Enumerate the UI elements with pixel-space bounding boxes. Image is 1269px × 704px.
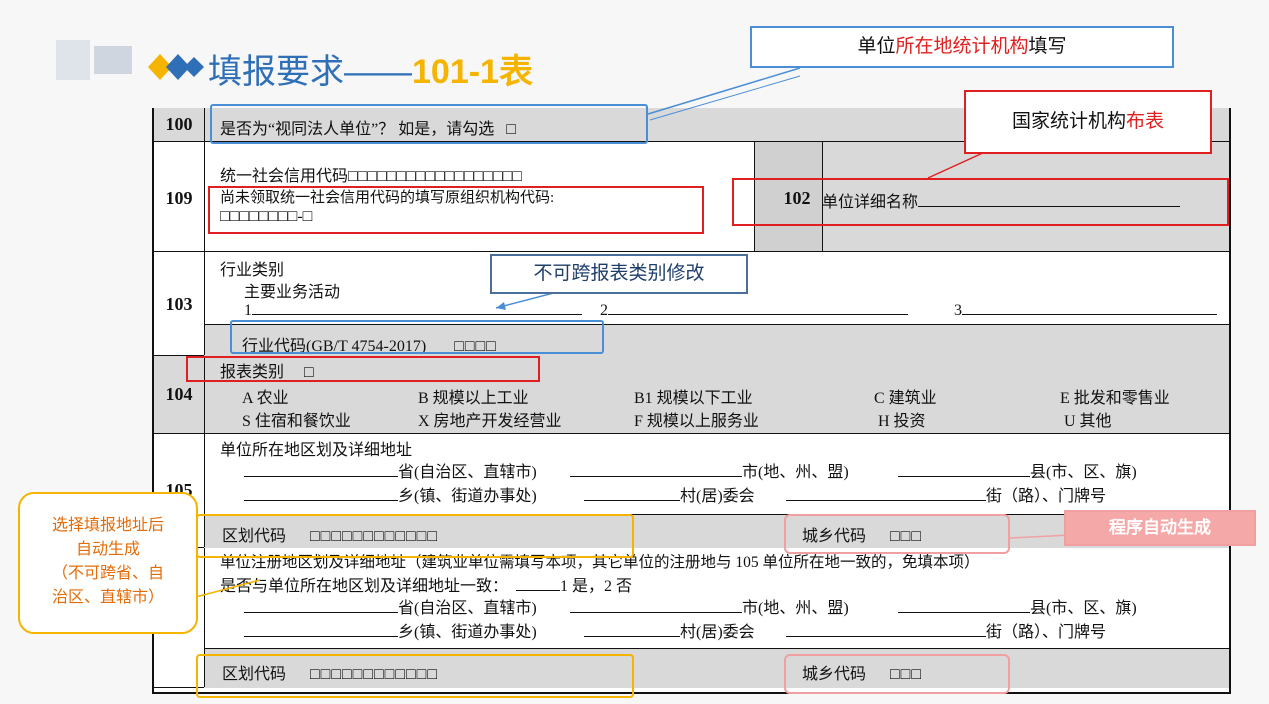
callout-unit-local-stat: 单位所在地统计机构填写 (750, 26, 1174, 68)
report-option: H 投资 (878, 413, 926, 430)
row-code: 109 (165, 188, 193, 208)
row-code: 100 (165, 114, 193, 134)
report-option: A 农业 (242, 390, 289, 407)
highlight-unit-name (732, 178, 1229, 226)
industry-label: 行业类别 (220, 262, 285, 279)
highlight-area-code-105 (196, 514, 634, 558)
street-field[interactable]: 街（路）、门牌号 (786, 482, 1106, 506)
county-field[interactable]: 县(市、区、旗) (898, 594, 1137, 618)
row-code: 104 (165, 384, 193, 404)
town-field[interactable]: 乡(镇、街道办事处) (244, 618, 537, 642)
blurred-logo (56, 40, 132, 80)
same-address-field[interactable]: 是否与单位所在地区划及详细地址一致： 1 是，2 否 (220, 572, 632, 596)
report-option: E 批发和零售业 (1060, 390, 1170, 407)
report-option: B 规模以上工业 (418, 390, 529, 407)
callout-auto-generate: 程序自动生成 (1064, 510, 1256, 546)
activity-1-field[interactable]: 1 (244, 300, 582, 320)
highlight-industry-code (230, 320, 604, 354)
highlight-urban-code-105 (784, 514, 1010, 554)
page-title: 填报要求——101-1表 (208, 53, 533, 91)
city-field[interactable]: 市(地、州、盟) (570, 458, 849, 482)
report-option: S 住宿和餐饮业 (242, 413, 351, 430)
callout-auto-area-code: 选择填报地址后 自动生成 （不可跨省、自 治区、直辖市） (18, 492, 198, 634)
main-activity-label: 主要业务活动 (244, 284, 341, 301)
highlight-area-code-106 (196, 654, 634, 698)
province-field[interactable]: 省(自治区、直辖市) (244, 458, 537, 482)
report-option: U 其他 (1064, 413, 1112, 430)
highlight-urban-code-106 (784, 654, 1010, 694)
callout-national-stat: 国家统计机构布表 (964, 90, 1212, 154)
highlight-legal-unit (210, 104, 648, 144)
county-field[interactable]: 县(市、区、旗) (898, 458, 1137, 482)
town-field[interactable]: 乡(镇、街道办事处) (244, 482, 537, 506)
activity-3-field[interactable]: 3 (954, 300, 1217, 320)
village-field[interactable]: 村(居)委会 (584, 482, 755, 506)
street-field[interactable]: 街（路）、门牌号 (786, 618, 1106, 642)
address-title: 单位所在地区划及详细地址 (220, 442, 413, 459)
activity-2-field[interactable]: 2 (600, 300, 908, 320)
report-option: C 建筑业 (874, 390, 937, 407)
highlight-report-type (186, 356, 540, 382)
report-option: B1 规模以下工业 (634, 390, 753, 407)
credit-code-field[interactable]: 统一社会信用代码□□□□□□□□□□□□□□□□□□ (220, 162, 522, 186)
city-field[interactable]: 市(地、州、盟) (570, 594, 849, 618)
report-option: X 房地产开发经营业 (418, 413, 562, 430)
row-code: 103 (165, 294, 193, 314)
village-field[interactable]: 村(居)委会 (584, 618, 755, 642)
callout-no-cross-edit: 不可跨报表类别修改 (490, 254, 748, 294)
province-field[interactable]: 省(自治区、直辖市) (244, 594, 537, 618)
report-option: F 规模以上服务业 (634, 413, 759, 430)
diamond-bullet-icon (148, 54, 204, 80)
highlight-org-code (208, 186, 704, 234)
